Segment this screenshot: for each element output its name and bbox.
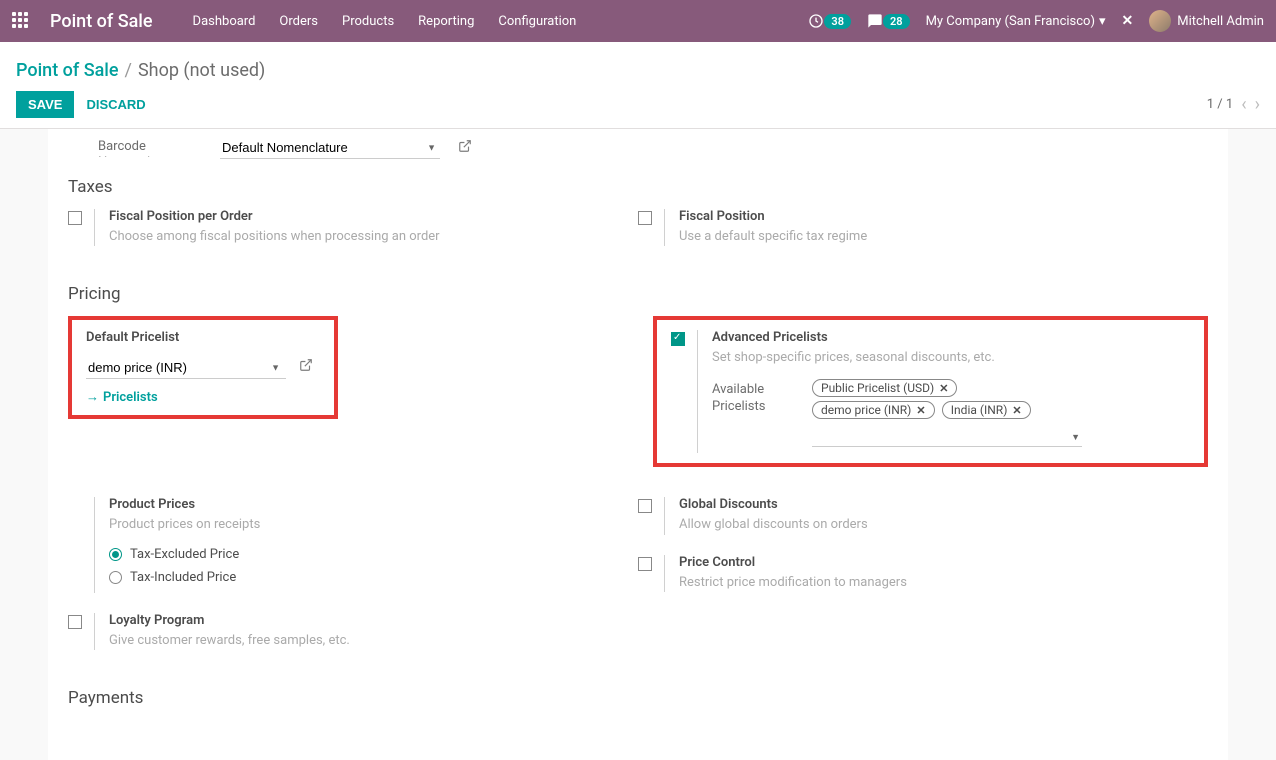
tag-remove-icon[interactable]: ✕ [1012,404,1021,417]
price-control-desc: Restrict price modification to managers [679,574,1188,592]
fiscal-position-title: Fiscal Position [679,209,1188,224]
pager-prev-icon[interactable]: ‹ [1241,94,1246,115]
default-pricelist-title: Default Pricelist [86,330,320,345]
pricelists-link[interactable]: Pricelists [86,389,158,405]
activity-count: 38 [824,14,851,29]
pager: 1 / 1 ‹ › [1207,94,1260,115]
menu-products[interactable]: Products [342,14,394,29]
radio-tax-included[interactable]: Tax-Included Price [109,570,618,585]
breadcrumb-sep: / [125,60,132,81]
message-count: 28 [883,14,910,29]
default-pricelist-highlight: Default Pricelist ▼ Pricelists [68,316,338,419]
checkbox-price-control[interactable] [638,557,652,571]
breadcrumb-current: Shop (not used) [138,60,265,81]
section-taxes: Taxes [68,177,1208,197]
radio-tax-excluded[interactable]: Tax-Excluded Price [109,547,618,562]
menu-configuration[interactable]: Configuration [498,14,576,29]
checkbox-fiscal-per-order[interactable] [68,211,82,225]
external-link-icon[interactable] [299,361,313,376]
company-name: My Company (San Francisco) [926,14,1095,29]
advanced-pricelists-desc: Set shop-specific prices, seasonal disco… [712,349,1190,367]
top-navbar: Point of Sale Dashboard Orders Products … [0,0,1276,42]
tag-india-inr[interactable]: India (INR)✕ [942,401,1031,419]
close-icon[interactable]: ✕ [1122,13,1134,29]
radio-icon [109,548,122,561]
fiscal-per-order-desc: Choose among fiscal positions when proce… [109,228,618,246]
tag-public-pricelist[interactable]: Public Pricelist (USD)✕ [812,379,957,397]
discard-button[interactable]: DISCARD [74,91,157,118]
product-prices-desc: Product prices on receipts [109,516,618,534]
save-button[interactable]: SAVE [16,91,74,118]
activity-indicator[interactable]: 38 [808,13,851,29]
checkbox-global-discounts[interactable] [638,499,652,513]
product-prices-title: Product Prices [109,497,618,512]
menu-reporting[interactable]: Reporting [418,14,474,29]
price-control-title: Price Control [679,555,1188,570]
fiscal-position-desc: Use a default specific tax regime [679,228,1188,246]
global-discounts-desc: Allow global discounts on orders [679,516,1188,534]
messages-indicator[interactable]: 28 [867,13,910,29]
tag-demo-price[interactable]: demo price (INR)✕ [812,401,935,419]
chevron-down-icon: ▾ [1099,14,1106,29]
apps-icon[interactable] [12,12,30,30]
checkbox-advanced-pricelists[interactable] [671,332,685,346]
section-payments: Payments [68,688,1208,708]
tag-remove-icon[interactable]: ✕ [916,404,925,417]
main-menu: Dashboard Orders Products Reporting Conf… [193,14,577,29]
fiscal-per-order-title: Fiscal Position per Order [109,209,618,224]
breadcrumb-root[interactable]: Point of Sale [16,60,119,81]
brand-title[interactable]: Point of Sale [50,11,153,32]
menu-orders[interactable]: Orders [279,14,318,29]
available-pricelists-label: Available Pricelists [712,379,802,416]
loyalty-desc: Give customer rewards, free samples, etc… [109,632,618,650]
checkbox-loyalty[interactable] [68,615,82,629]
radio-icon [109,571,122,584]
barcode-nomenclature-select[interactable] [220,137,440,159]
global-discounts-title: Global Discounts [679,497,1188,512]
subbar: Point of Sale / Shop (not used) SAVE DIS… [0,42,1276,129]
available-pricelists-input[interactable]: ▼ [812,427,1082,447]
pager-text: 1 / 1 [1207,97,1233,112]
user-menu[interactable]: Mitchell Admin [1149,10,1264,32]
loyalty-title: Loyalty Program [109,613,618,628]
pager-next-icon[interactable]: › [1255,94,1260,115]
section-pricing: Pricing [68,284,1208,304]
breadcrumb: Point of Sale / Shop (not used) [16,50,1260,91]
chevron-down-icon: ▼ [1071,432,1080,443]
barcode-nomenclature-label: Barcode Nomenclature [98,127,208,157]
advanced-pricelists-title: Advanced Pricelists [712,330,1190,345]
checkbox-fiscal-position[interactable] [638,211,652,225]
advanced-pricelists-highlight: Advanced Pricelists Set shop-specific pr… [653,316,1208,467]
company-switcher[interactable]: My Company (San Francisco) ▾ [926,14,1106,29]
avatar [1149,10,1171,32]
external-link-icon[interactable] [458,139,472,157]
default-pricelist-select[interactable] [86,357,286,379]
tag-remove-icon[interactable]: ✕ [939,382,948,395]
user-name: Mitchell Admin [1177,14,1264,29]
menu-dashboard[interactable]: Dashboard [193,14,256,29]
